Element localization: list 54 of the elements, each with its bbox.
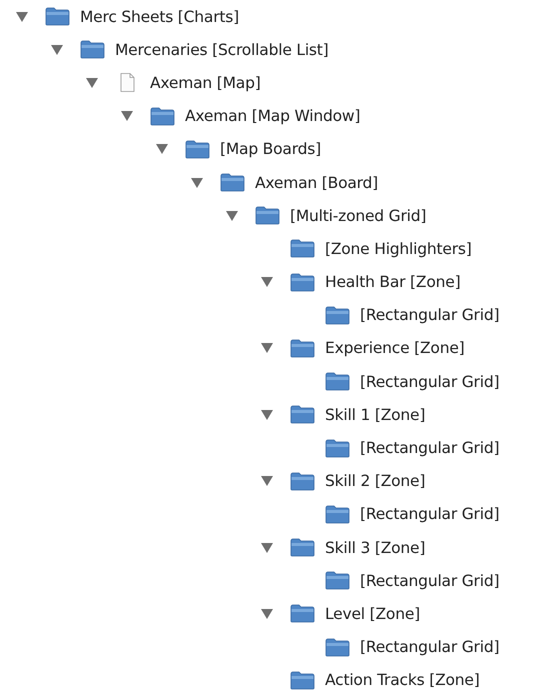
folder-icon bbox=[185, 140, 210, 159]
tree-item-label[interactable]: Skill 1 [Zone] bbox=[325, 406, 426, 424]
tree-item-label[interactable]: Skill 2 [Zone] bbox=[325, 472, 426, 490]
tree-item-label[interactable]: [Rectangular Grid] bbox=[360, 638, 500, 656]
disclosure-triangle-icon[interactable] bbox=[121, 111, 133, 122]
tree-item-label[interactable]: [Rectangular Grid] bbox=[360, 306, 500, 324]
tree-item-label[interactable]: [Rectangular Grid] bbox=[360, 439, 500, 458]
folder-icon bbox=[325, 571, 350, 590]
tree-item-label[interactable]: [Rectangular Grid] bbox=[360, 572, 500, 590]
tree-item-label[interactable]: [Rectangular Grid] bbox=[360, 505, 500, 524]
folder-icon bbox=[325, 638, 350, 657]
disclosure-triangle-icon[interactable] bbox=[261, 277, 273, 288]
tree-item-label[interactable]: [Multi-zoned Grid] bbox=[290, 206, 426, 225]
disclosure-triangle-icon[interactable] bbox=[261, 410, 273, 420]
folder-icon bbox=[255, 206, 280, 226]
disclosure-triangle-icon[interactable] bbox=[261, 542, 273, 553]
disclosure-triangle-icon[interactable] bbox=[86, 78, 98, 88]
disclosure-triangle-icon[interactable] bbox=[16, 12, 28, 22]
folder-icon bbox=[290, 405, 315, 424]
folder-icon bbox=[290, 338, 315, 358]
folder-icon bbox=[290, 272, 315, 292]
disclosure-triangle-icon[interactable] bbox=[261, 343, 273, 354]
folder-icon bbox=[290, 604, 315, 624]
disclosure-triangle-icon[interactable] bbox=[261, 476, 273, 486]
disclosure-triangle-icon[interactable] bbox=[191, 178, 203, 188]
tree-item-label[interactable]: [Zone Highlighters] bbox=[325, 240, 472, 258]
folder-icon bbox=[150, 106, 175, 126]
folder-icon bbox=[290, 472, 315, 491]
folder-icon bbox=[290, 670, 315, 690]
disclosure-triangle-icon[interactable] bbox=[156, 144, 168, 154]
tree-item-label[interactable]: Skill 3 [Zone] bbox=[325, 538, 426, 557]
tree-item-label[interactable]: Experience [Zone] bbox=[325, 339, 465, 358]
folder-icon bbox=[325, 372, 350, 392]
folder-icon bbox=[325, 306, 350, 325]
disclosure-triangle-icon[interactable] bbox=[226, 210, 238, 221]
tree-item-label[interactable]: Axeman [Map] bbox=[150, 74, 261, 92]
tree-item-label[interactable]: Level [Zone] bbox=[325, 604, 420, 623]
tree-item-label[interactable]: [Map Boards] bbox=[220, 140, 321, 158]
folder-icon bbox=[45, 7, 70, 26]
tree-item-label[interactable]: [Rectangular Grid] bbox=[360, 372, 500, 391]
tree-item-label[interactable]: Mercenaries [Scrollable List] bbox=[115, 40, 329, 59]
folder-icon bbox=[325, 438, 350, 458]
tree-item-label[interactable]: Health Bar [Zone] bbox=[325, 273, 460, 292]
disclosure-triangle-icon[interactable] bbox=[261, 608, 273, 619]
folder-icon bbox=[325, 504, 350, 524]
tree-item-label[interactable]: Axeman [Board] bbox=[255, 174, 378, 192]
tree-item-label[interactable]: Axeman [Map Window] bbox=[185, 107, 360, 126]
folder-icon bbox=[290, 239, 315, 258]
tree-item-label[interactable]: Action Tracks [Zone] bbox=[325, 671, 480, 690]
tree-item-label[interactable]: Merc Sheets [Charts] bbox=[80, 8, 239, 26]
disclosure-triangle-icon[interactable] bbox=[51, 44, 63, 55]
folder-icon bbox=[80, 40, 105, 60]
folder-icon bbox=[220, 173, 245, 192]
folder-icon bbox=[290, 538, 315, 558]
